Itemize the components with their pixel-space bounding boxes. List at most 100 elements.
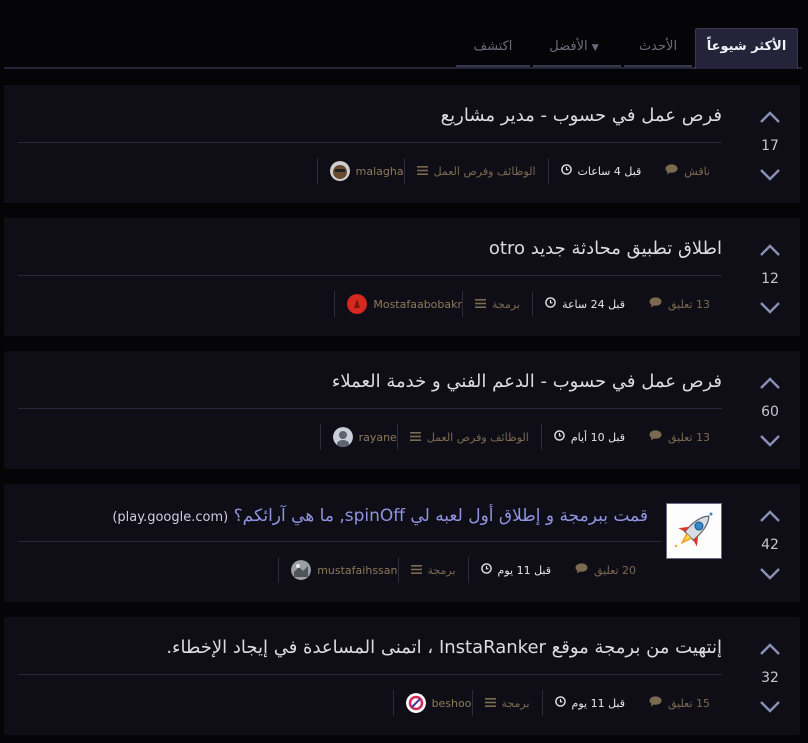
category-label[interactable]: الوظائف وفرص العمل — [427, 431, 529, 444]
post-category[interactable]: برمجة — [397, 557, 468, 583]
post-title[interactable]: فرص عمل في حسوب - الدعم الفني و خدمة الع… — [332, 371, 722, 392]
chevron-down-icon[interactable] — [760, 302, 780, 316]
avatar — [291, 560, 312, 580]
vote-count: 60 — [761, 404, 779, 420]
comments-link[interactable]: ناقش — [684, 165, 710, 178]
chevron-down-icon[interactable] — [760, 701, 780, 715]
clock-icon — [554, 696, 566, 710]
post-comments[interactable]: 13 تعليق — [637, 291, 722, 317]
post-meta: Mostafaabobakr برمجة قبل 24 ساعة 13 تعلي… — [334, 291, 722, 317]
post-card: 42 قمت ببرمجة و إطلاق أول لعبه لي spinOf… — [4, 484, 800, 602]
post-title[interactable]: اطلاق تطبيق محادثة جديد otro — [489, 238, 722, 259]
post-author[interactable]: mustafaihssan — [278, 557, 398, 583]
post-time: قبل 11 يوم — [467, 557, 563, 583]
vote-count: 42 — [761, 537, 779, 553]
chevron-up-icon[interactable] — [760, 643, 780, 657]
post-card: 17 فرص عمل في حسوب - مدير مشاريع malagha… — [4, 85, 800, 203]
tab-newest[interactable]: الأحدث — [624, 29, 692, 67]
post-meta: malagha الوظائف وفرص العمل قبل 4 ساعات ن… — [316, 158, 722, 184]
comments-link[interactable]: 20 تعليق — [594, 564, 636, 577]
list-icon — [475, 298, 487, 311]
post-comments[interactable]: ناقش — [653, 158, 722, 184]
avatar — [332, 427, 353, 447]
time-label: قبل 4 ساعات — [577, 164, 642, 178]
list-icon — [484, 697, 496, 710]
divider — [18, 142, 722, 143]
post-author[interactable]: Mostafaabobakr — [334, 291, 462, 317]
chevron-down-icon[interactable] — [760, 435, 780, 449]
post-title[interactable]: إنتهيت من برمجة موقع InstaRanker ، اتمنى… — [166, 637, 722, 658]
post-author[interactable]: malagha — [316, 158, 404, 184]
post-category[interactable]: الوظائف وفرص العمل — [403, 158, 548, 184]
author-name[interactable]: rayane — [359, 431, 397, 444]
divider — [18, 408, 722, 409]
post-category[interactable]: برمجة — [462, 291, 532, 317]
chevron-up-icon[interactable] — [760, 510, 780, 524]
vote-box: 60 — [740, 351, 800, 469]
post-time: قبل 10 أيام — [540, 424, 637, 450]
tab-discover[interactable]: اكتشف — [456, 29, 530, 67]
post-author[interactable]: beshoo — [392, 690, 472, 716]
author-name[interactable]: Mostafaabobakr — [373, 298, 462, 311]
post-meta: rayane الوظائف وفرص العمل قبل 10 أيام 13… — [319, 424, 722, 450]
vote-box: 12 — [740, 218, 800, 336]
vote-count: 32 — [761, 670, 779, 686]
vote-count: 12 — [761, 271, 779, 287]
caret-down-icon: ▼ — [591, 43, 599, 53]
avatar — [405, 693, 426, 713]
post-card: 60 فرص عمل في حسوب - الدعم الفني و خدمة … — [4, 351, 800, 469]
comments-link[interactable]: 13 تعليق — [668, 431, 710, 444]
tab-best[interactable]: الأفضل ▼ — [533, 29, 621, 67]
author-name[interactable]: beshoo — [432, 697, 472, 710]
post-comments[interactable]: 15 تعليق — [637, 690, 722, 716]
chevron-up-icon[interactable] — [760, 111, 780, 125]
post-card: 32 إنتهيت من برمجة موقع InstaRanker ، ات… — [4, 617, 800, 735]
post-author[interactable]: rayane — [319, 424, 397, 450]
post-comments[interactable]: 13 تعليق — [637, 424, 722, 450]
post-comments[interactable]: 20 تعليق — [563, 557, 648, 583]
clock-icon — [560, 164, 572, 178]
post-title-text[interactable]: قمت ببرمجة و إطلاق أول لعبه لي spinOff, … — [234, 506, 648, 526]
post-thumbnail[interactable] — [666, 503, 722, 559]
post-domain[interactable]: (play.google.com) — [112, 510, 228, 525]
post-time: قبل 11 يوم — [541, 690, 637, 716]
post-card: 12 اطلاق تطبيق محادثة جديد otro Mostafaa… — [4, 218, 800, 336]
avatar — [347, 294, 368, 314]
comment-icon — [575, 563, 588, 577]
clock-icon — [554, 430, 565, 444]
vote-box: 42 — [740, 484, 800, 602]
comments-link[interactable]: 15 تعليق — [668, 697, 710, 710]
vote-count: 17 — [761, 138, 779, 154]
chevron-up-icon[interactable] — [760, 244, 780, 258]
vote-box: 32 — [740, 617, 800, 735]
comment-icon — [649, 430, 662, 444]
list-icon — [416, 165, 428, 178]
post-time: قبل 24 ساعة — [532, 291, 637, 317]
category-label[interactable]: برمجة — [492, 298, 520, 311]
author-name[interactable]: mustafaihssan — [317, 564, 397, 577]
comments-link[interactable]: 13 تعليق — [668, 298, 710, 311]
post-category[interactable]: الوظائف وفرص العمل — [396, 424, 541, 450]
time-label: قبل 10 أيام — [570, 430, 625, 444]
chevron-down-icon[interactable] — [760, 568, 780, 582]
author-name[interactable]: malagha — [356, 165, 404, 178]
post-category[interactable]: برمجة — [471, 690, 542, 716]
tab-most-popular[interactable]: الأكثر شيوعاً — [695, 28, 798, 69]
chevron-up-icon[interactable] — [760, 377, 780, 391]
sort-tabs: الأكثر شيوعاً الأحدث الأفضل ▼ اكتشف — [0, 0, 808, 70]
post-meta: mustafaihssan برمجة قبل 11 يوم 20 تعليق — [278, 557, 648, 583]
category-label[interactable]: برمجة — [428, 564, 456, 577]
vote-box: 17 — [740, 85, 800, 203]
avatar — [329, 161, 350, 181]
post-title[interactable]: فرص عمل في حسوب - مدير مشاريع — [441, 105, 722, 126]
tab-best-label: الأفضل — [549, 39, 588, 54]
post-title[interactable]: قمت ببرمجة و إطلاق أول لعبه لي spinOff, … — [112, 506, 648, 526]
divider — [18, 541, 662, 542]
category-label[interactable]: برمجة — [502, 697, 530, 710]
clock-icon — [545, 297, 556, 311]
rocket-icon — [667, 504, 721, 562]
chevron-down-icon[interactable] — [760, 169, 780, 183]
time-label: قبل 11 يوم — [571, 696, 625, 710]
post-meta: beshoo برمجة قبل 11 يوم 15 تعليق — [392, 690, 722, 716]
category-label[interactable]: الوظائف وفرص العمل — [434, 165, 536, 178]
